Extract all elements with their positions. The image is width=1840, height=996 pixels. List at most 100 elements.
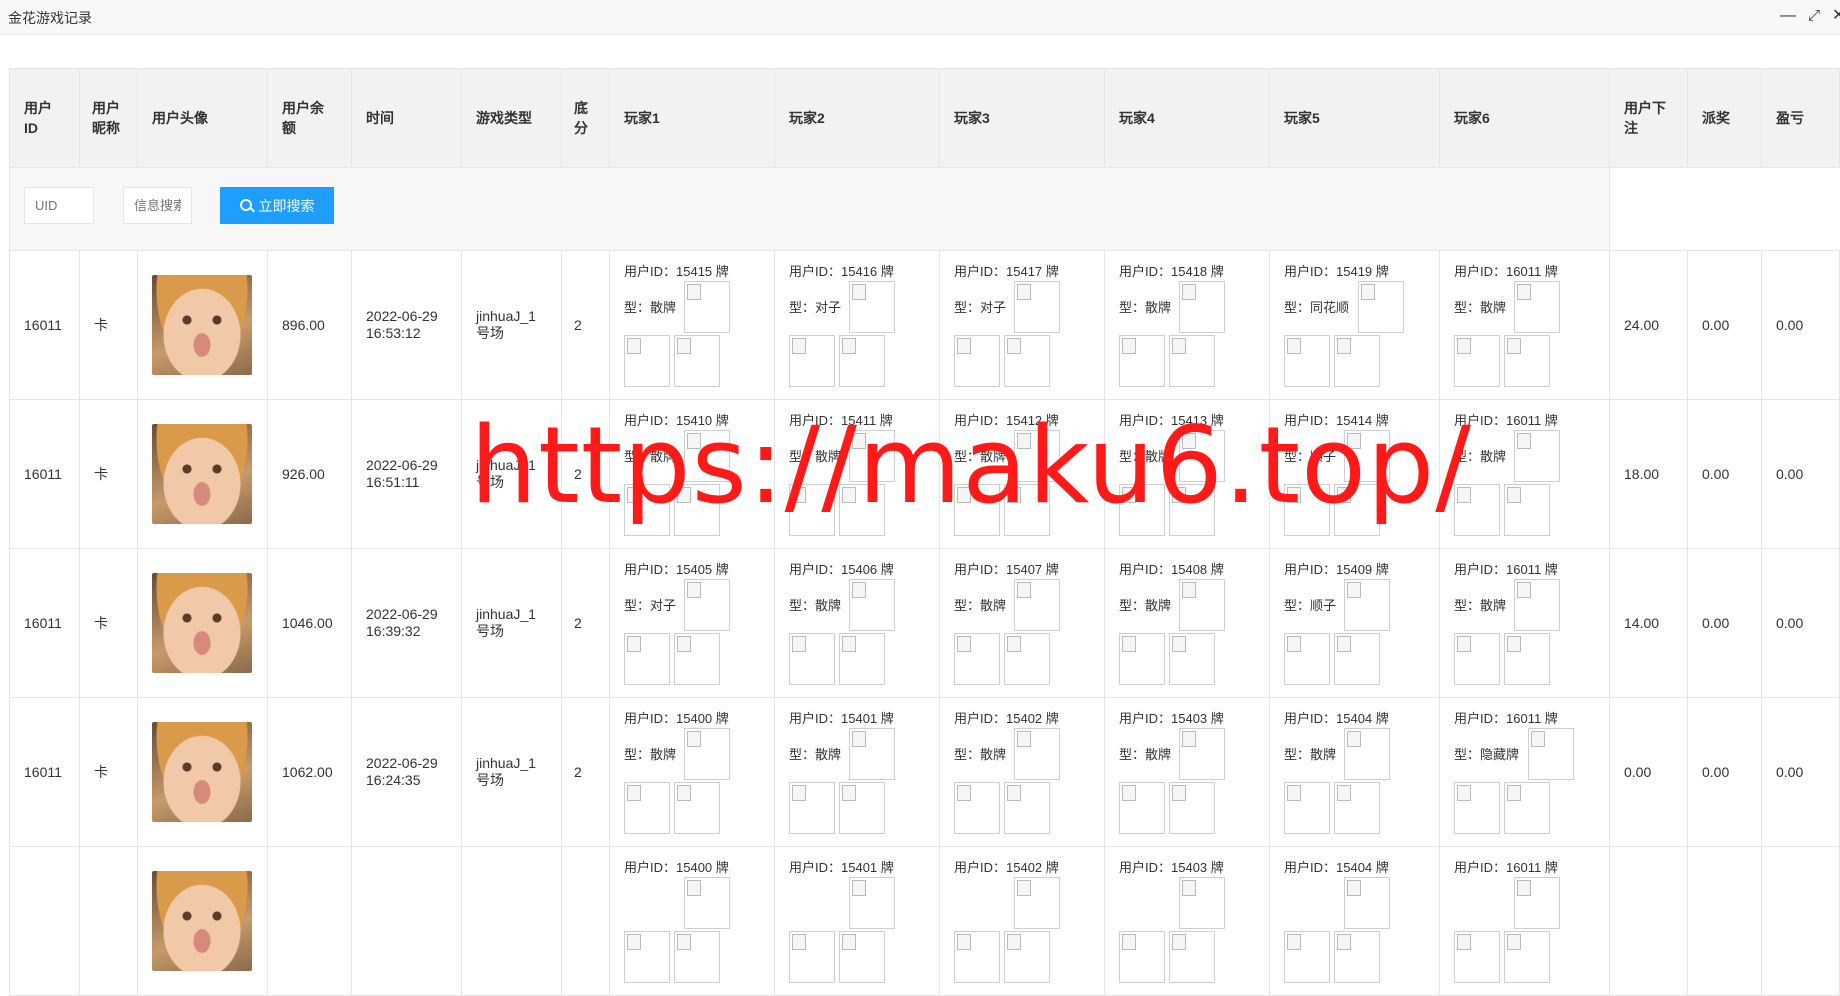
info-search-input[interactable] xyxy=(123,187,192,224)
cell-balance xyxy=(267,846,352,996)
header-player-4[interactable]: 玩家4 xyxy=(1104,68,1270,168)
uid-search-input[interactable] xyxy=(24,187,94,224)
card-image xyxy=(1334,633,1380,685)
hand-type-text: 型：散牌 xyxy=(1454,449,1507,464)
cell-player-1: 用户ID：15405 牌型：对子 xyxy=(609,548,775,698)
header-profit[interactable]: 盈亏 xyxy=(1761,68,1840,168)
header-uid[interactable]: 用户ID xyxy=(9,68,80,168)
cell-user-bet: 0.00 xyxy=(1609,697,1688,847)
cell-player-3: 用户ID：15402 牌型：散牌 xyxy=(939,697,1105,847)
cell-time: 2022-06-29 16:53:12 xyxy=(351,250,462,400)
card-image xyxy=(789,633,835,685)
avatar[interactable] xyxy=(152,871,252,971)
header-nickname[interactable]: 用户昵称 xyxy=(79,68,138,168)
player-id-text: 用户ID：15401 牌 xyxy=(789,860,894,875)
maximize-icon[interactable]: ⤢ xyxy=(1808,7,1820,25)
header-player-6[interactable]: 玩家6 xyxy=(1439,68,1610,168)
cell-uid: 16011 xyxy=(9,548,80,698)
player-hand: 用户ID：15415 牌型：散牌 xyxy=(624,252,760,399)
card-image xyxy=(954,335,1000,387)
avatar[interactable] xyxy=(152,275,252,375)
card-image xyxy=(1119,782,1165,834)
player-id-text: 用户ID：15418 牌 xyxy=(1119,264,1224,279)
cell-player-5: 用户ID：15404 牌 xyxy=(1269,846,1440,996)
player-hand: 用户ID：15403 牌 xyxy=(1119,848,1255,995)
card-image xyxy=(1514,430,1560,482)
search-toolbar-row: 立即搜索 xyxy=(9,167,1840,251)
cell-player-4: 用户ID：15403 牌型：散牌 xyxy=(1104,697,1270,847)
card-image xyxy=(839,782,885,834)
table-row: 16011 卡 1046.00 2022-06-29 16:39:32 jinhuaJ_… xyxy=(9,548,1840,698)
cell-player-3: 用户ID：15402 牌 xyxy=(939,846,1105,996)
player-id-text: 用户ID：15403 牌 xyxy=(1119,860,1224,875)
cell-player-4: 用户ID：15408 牌型：散牌 xyxy=(1104,548,1270,698)
search-button[interactable]: 立即搜索 xyxy=(220,187,334,224)
minimize-icon[interactable]: — xyxy=(1780,7,1796,25)
cell-user-bet: 24.00 xyxy=(1609,250,1688,400)
header-payout[interactable]: 派奖 xyxy=(1687,68,1762,168)
card-image xyxy=(849,281,895,333)
table-row: 16011 卡 926.00 2022-06-29 16:51:11 jinhuaJ_1… xyxy=(9,399,1840,549)
cell-uid: 16011 xyxy=(9,697,80,847)
hand-type-text: 型：顺子 xyxy=(1284,449,1337,464)
search-icon xyxy=(239,199,253,212)
card-image xyxy=(684,728,730,780)
header-player-1[interactable]: 玩家1 xyxy=(609,68,775,168)
card-image xyxy=(1284,484,1330,536)
header-player-3[interactable]: 玩家3 xyxy=(939,68,1105,168)
player-id-text: 用户ID：15415 牌 xyxy=(624,264,729,279)
card-image xyxy=(624,484,670,536)
cell-nickname: 卡 xyxy=(79,697,138,847)
card-image xyxy=(789,484,835,536)
header-balance[interactable]: 用户余额 xyxy=(267,68,352,168)
cell-profit xyxy=(1761,846,1840,996)
cell-player-6: 用户ID：16011 牌型：散牌 xyxy=(1439,399,1610,549)
card-image xyxy=(849,579,895,631)
cell-uid: 16011 xyxy=(9,250,80,400)
card-image xyxy=(624,335,670,387)
card-image xyxy=(674,335,720,387)
card-image xyxy=(954,484,1000,536)
player-id-text: 用户ID：15402 牌 xyxy=(954,860,1059,875)
header-player-2[interactable]: 玩家2 xyxy=(774,68,940,168)
cell-time xyxy=(351,846,462,996)
card-image xyxy=(1004,633,1050,685)
card-image xyxy=(849,877,895,929)
player-hand: 用户ID：16011 牌型：散牌 xyxy=(1454,550,1595,697)
cell-profit: 0.00 xyxy=(1761,548,1840,698)
cell-avatar xyxy=(137,548,268,698)
hand-type-text: 型：散牌 xyxy=(1119,449,1172,464)
cell-game-type: jinhuaJ_1号场 xyxy=(461,250,562,400)
player-id-text: 用户ID：15404 牌 xyxy=(1284,860,1389,875)
card-image xyxy=(1169,633,1215,685)
header-user-bet[interactable]: 用户下注 xyxy=(1609,68,1688,168)
header-game-type[interactable]: 游戏类型 xyxy=(461,68,562,168)
header-base-score[interactable]: 底分 xyxy=(561,68,610,168)
player-hand: 用户ID：15401 牌 xyxy=(789,848,925,995)
card-image xyxy=(954,782,1000,834)
avatar[interactable] xyxy=(152,722,252,822)
card-image xyxy=(789,335,835,387)
player-id-text: 用户ID：15400 牌 xyxy=(624,711,729,726)
cell-payout: 0.00 xyxy=(1687,548,1762,698)
avatar[interactable] xyxy=(152,573,252,673)
card-image xyxy=(1004,931,1050,983)
hand-type-text: 型：散牌 xyxy=(789,449,842,464)
game-record-table: 用户ID 用户昵称 用户头像 用户余额 时间 游戏类型 底分 玩家1 玩家2 玩… xyxy=(9,68,1840,996)
player-id-text: 用户ID：15402 牌 xyxy=(954,711,1059,726)
player-hand: 用户ID：16011 牌型：隐藏牌 xyxy=(1454,699,1595,846)
card-image xyxy=(1179,430,1225,482)
close-icon[interactable]: ✕ xyxy=(1832,7,1840,25)
header-time[interactable]: 时间 xyxy=(351,68,462,168)
cell-player-1: 用户ID：15410 牌型：散牌 xyxy=(609,399,775,549)
header-avatar[interactable]: 用户头像 xyxy=(137,68,268,168)
header-player-5[interactable]: 玩家5 xyxy=(1269,68,1440,168)
avatar[interactable] xyxy=(152,424,252,524)
card-image xyxy=(684,877,730,929)
hand-type-text: 型：对子 xyxy=(954,300,1007,315)
card-image xyxy=(1344,430,1390,482)
card-image xyxy=(1119,931,1165,983)
player-id-text: 用户ID：15416 牌 xyxy=(789,264,894,279)
cell-payout: 0.00 xyxy=(1687,399,1762,549)
player-id-text: 用户ID：15405 牌 xyxy=(624,562,729,577)
